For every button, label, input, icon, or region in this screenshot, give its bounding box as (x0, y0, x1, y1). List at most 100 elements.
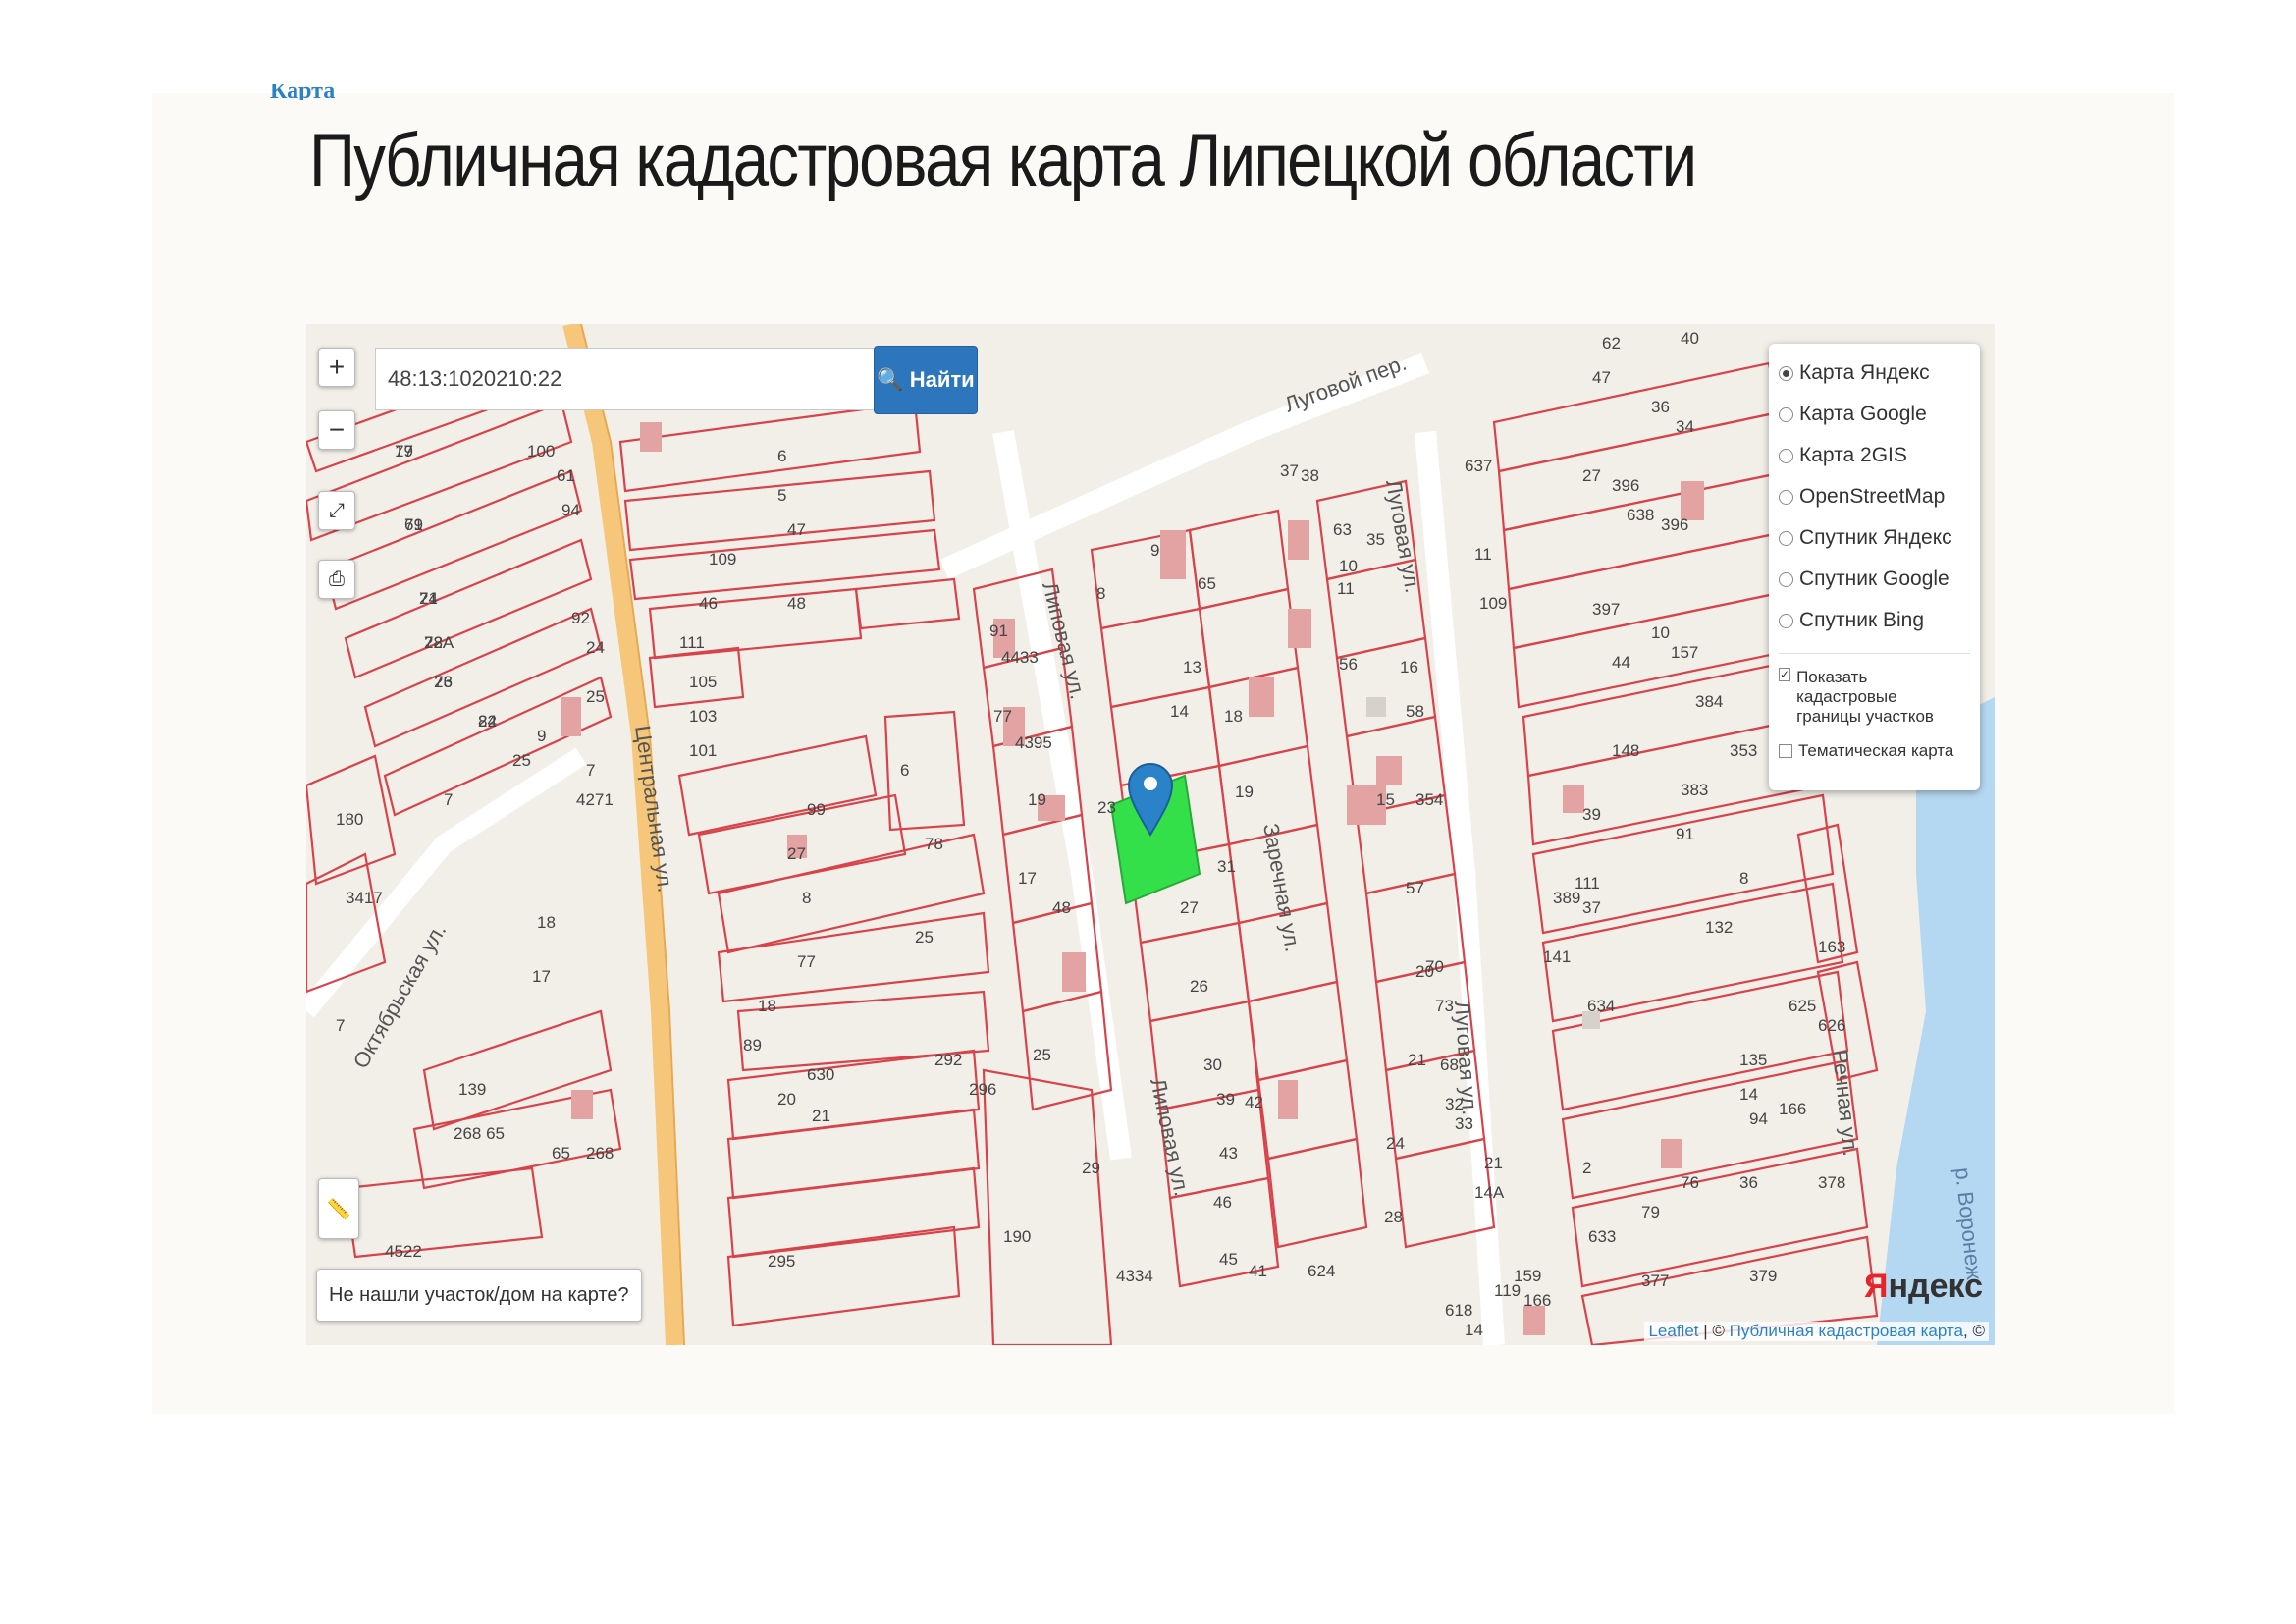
plot-number: 45 (1219, 1250, 1238, 1269)
page-title: Публичная кадастровая карта Липецкой обл… (309, 119, 1697, 202)
leaflet-link[interactable]: Leaflet (1648, 1322, 1698, 1340)
map-view[interactable]: Центральная ул. Липовая ул. Липовая ул. … (306, 324, 1995, 1345)
plot-number: 638 (1627, 506, 1654, 524)
plot-number: 10 (1651, 623, 1670, 642)
plot-number: 4334 (1116, 1267, 1153, 1285)
plot-number: 27 (1180, 898, 1199, 917)
plot-number: 109 (1479, 594, 1507, 613)
search-button[interactable]: 🔍 Найти (874, 346, 978, 414)
fullscreen-icon[interactable]: ⤢ (318, 491, 355, 530)
layer-option-google-map[interactable]: Карта Google (1779, 403, 1927, 426)
plot-number: 180 (336, 810, 363, 829)
plot-number: 35 (1366, 530, 1385, 549)
plot-number: 8 (802, 889, 811, 907)
search-input[interactable] (375, 348, 876, 410)
plot-number: 633 (1588, 1227, 1616, 1246)
plot-number: 34 (1676, 417, 1694, 436)
overlay-option-cadastral[interactable]: ✓ Показать кадастровые границы участков (1779, 668, 1965, 727)
radio-icon[interactable] (1779, 571, 1793, 587)
plot-number: 63 (1333, 520, 1352, 539)
plot-number: 25 (586, 687, 605, 706)
plot-number: 42 (1245, 1093, 1263, 1111)
street-label-lipovaya-2: Липовая ул. (1146, 1076, 1195, 1199)
plot-number: 105 (689, 673, 717, 691)
plot-number: 19 (1235, 783, 1254, 801)
plot-number: 268 (586, 1144, 614, 1163)
plot-number: 141 (1543, 947, 1571, 966)
plot-number: 6 (777, 447, 786, 465)
layer-option-yandex-sat[interactable]: Спутник Яндекс (1779, 526, 1952, 550)
overlay-option-thematic[interactable]: Тематическая карта (1779, 741, 1953, 761)
plot-number: 25 (512, 751, 531, 770)
plot-number: 17 (1018, 869, 1037, 888)
plot-number: 44 (1612, 653, 1630, 672)
map-canvas[interactable]: Центральная ул. Липовая ул. Липовая ул. … (306, 324, 1995, 1345)
plot-number: 11 (1337, 579, 1355, 598)
street-label-rechnaya: Речная ул. (1828, 1049, 1863, 1158)
plot-number: 11 (1474, 545, 1492, 564)
plot-number: 31 (1217, 857, 1236, 876)
not-found-button[interactable]: Не нашли участок/дом на карте? (316, 1269, 642, 1322)
plot-number: 6 (900, 761, 909, 780)
plot-number: 4522 (385, 1242, 422, 1261)
search-icon: 🔍 (877, 367, 904, 392)
radio-icon[interactable] (1779, 489, 1793, 505)
plot-number: 33 (1455, 1114, 1473, 1133)
layer-option-google-sat[interactable]: Спутник Google (1779, 568, 1949, 591)
plot-number: 626 (1818, 1016, 1845, 1035)
plot-number: 100 (527, 442, 555, 460)
plot-number: 47 (1592, 368, 1611, 387)
plot-number: 27 (787, 844, 806, 863)
plot-number: 139 (458, 1080, 486, 1099)
plot-number: 74 (419, 589, 438, 608)
plot-number: 39 (1582, 805, 1601, 824)
layer-option-bing-sat[interactable]: Спутник Bing (1779, 609, 1924, 632)
checkbox-checked-icon[interactable]: ✓ (1779, 668, 1791, 681)
plot-number: 29 (1082, 1159, 1100, 1177)
plot-number: 14 (1465, 1321, 1483, 1339)
radio-icon[interactable] (1779, 613, 1793, 628)
plot-number: 40 (1681, 329, 1699, 348)
plot-number: 634 (1587, 997, 1615, 1015)
ruler-icon[interactable]: 📏 (318, 1178, 359, 1239)
plot-number: 99 (807, 800, 826, 819)
plot-number: 79 (404, 515, 423, 534)
radio-icon[interactable] (1779, 530, 1793, 546)
plot-number: 46 (699, 594, 718, 613)
cadastral-map-link[interactable]: Публичная кадастровая карта (1730, 1322, 1963, 1340)
plot-number: 23 (1097, 798, 1116, 817)
radio-icon[interactable] (1779, 448, 1793, 463)
plot-number: 21 (812, 1107, 830, 1125)
zoom-out-button[interactable]: − (318, 410, 355, 450)
zoom-in-button[interactable]: + (318, 348, 355, 387)
plot-number: 91 (989, 622, 1008, 640)
plot-number: 26 (1190, 977, 1208, 996)
layer-option-osm[interactable]: OpenStreetMap (1779, 485, 1945, 509)
search-button-label: Найти (909, 367, 975, 392)
plot-number: 65 (1198, 574, 1216, 593)
plot-number: 625 (1789, 997, 1816, 1015)
breadcrumb[interactable]: Карта (270, 84, 335, 100)
layer-option-yandex-map[interactable]: Карта Яндекс (1779, 361, 1930, 385)
radio-icon[interactable] (1779, 406, 1793, 422)
plot-number: 25 (915, 928, 934, 947)
radio-selected-icon[interactable] (1779, 365, 1793, 381)
plot-number: 135 (1739, 1051, 1767, 1069)
plot-number: 77 (797, 952, 816, 971)
plot-number: 62 (1602, 334, 1621, 352)
plot-number: 17 (532, 967, 551, 986)
checkbox-icon[interactable] (1779, 744, 1792, 758)
print-icon[interactable]: ⎙ (318, 560, 355, 599)
plot-number: 268 65 (454, 1124, 505, 1143)
plot-number: 58 (1406, 702, 1424, 721)
plot-number: 37 (1280, 461, 1299, 480)
plot-number: 157 (1671, 643, 1698, 662)
plot-number: 18 (758, 997, 776, 1015)
plot-number: 377 (1641, 1272, 1669, 1290)
layer-option-2gis-map[interactable]: Карта 2GIS (1779, 444, 1907, 467)
plot-number: 38 (1301, 466, 1319, 485)
plot-number: 37 (1582, 898, 1601, 917)
plot-number: 28 (1384, 1208, 1403, 1226)
yandex-logo: Яндекс (1864, 1268, 1983, 1305)
plot-number: 15 (1376, 790, 1395, 809)
